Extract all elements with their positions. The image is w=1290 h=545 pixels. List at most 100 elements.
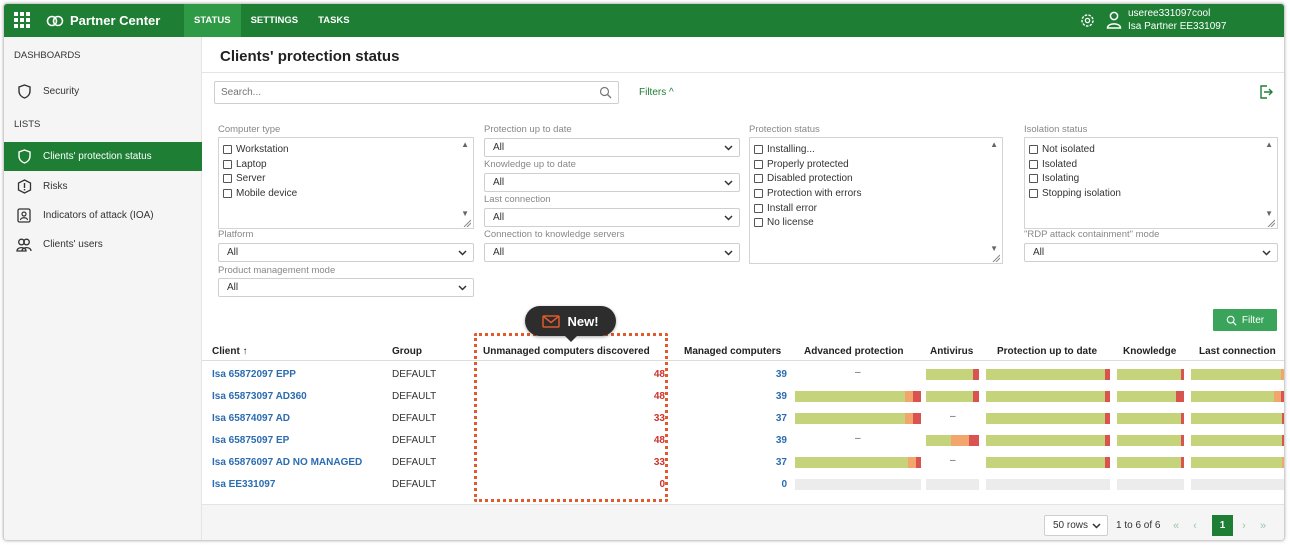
nav-settings[interactable]: SETTINGS (241, 4, 309, 37)
column-header-managed[interactable]: Managed computers (684, 346, 781, 357)
checkbox-isolated[interactable]: Isolated (1025, 157, 1277, 172)
checkbox-box[interactable] (223, 144, 232, 154)
first-page-button[interactable]: « (1170, 515, 1182, 536)
checkbox-laptop[interactable]: Laptop (219, 157, 473, 172)
knowledge-bar[interactable] (1117, 413, 1184, 424)
sidebar-item-security[interactable]: Security (4, 77, 202, 106)
last-connection-bar[interactable] (1191, 369, 1284, 380)
checkbox-box[interactable] (223, 188, 232, 198)
checkbox-box[interactable] (754, 203, 763, 213)
checkbox-install-error[interactable]: Install error (750, 201, 1002, 216)
nav-status[interactable]: STATUS (184, 4, 241, 37)
protection-up-to-date-bar[interactable] (986, 457, 1110, 468)
checkbox-box[interactable] (754, 218, 763, 228)
column-header-protection-up-to-date[interactable]: Protection up to date (997, 346, 1097, 357)
export-icon[interactable] (1259, 85, 1273, 99)
settings-gear-icon[interactable] (1079, 12, 1096, 29)
last-connection-bar[interactable] (1191, 391, 1284, 402)
checkbox-box[interactable] (223, 159, 232, 169)
checkbox-isolating[interactable]: Isolating (1025, 171, 1277, 186)
knowledge-up-to-date-select[interactable]: All (484, 173, 740, 192)
column-header-group[interactable]: Group (392, 346, 422, 357)
platform-select[interactable]: All (218, 243, 474, 262)
checkbox-installing[interactable]: Installing... (750, 142, 1002, 157)
table-row[interactable]: Isa 65874097 AD DEFAULT 33 37 – (202, 408, 1284, 430)
knowledge-bar[interactable] (1117, 369, 1184, 380)
managed-count[interactable]: 39 (776, 369, 787, 380)
protection-up-to-date-bar[interactable] (986, 369, 1110, 380)
client-link[interactable]: Isa 65875097 EP (212, 435, 289, 446)
isolation-status-list[interactable]: Not isolated Isolated Isolating Stopping… (1024, 137, 1278, 229)
checkbox-not-isolated[interactable]: Not isolated (1025, 142, 1277, 157)
client-link[interactable]: Isa 65874097 AD (212, 413, 290, 424)
filter-button[interactable]: Filter (1213, 309, 1277, 331)
checkbox-box[interactable] (754, 188, 763, 198)
checkbox-workstation[interactable]: Workstation (219, 142, 473, 157)
rows-per-page-select[interactable]: 50 rows (1044, 515, 1108, 536)
prev-page-button[interactable]: ‹ (1189, 515, 1201, 536)
search-icon[interactable] (599, 86, 612, 99)
client-link[interactable]: Isa 65873097 AD360 (212, 391, 307, 402)
last-connection-bar[interactable] (1191, 435, 1284, 446)
resize-grip-icon[interactable] (992, 254, 1000, 262)
last-connection-select[interactable]: All (484, 208, 740, 227)
client-link[interactable]: Isa 65876097 AD NO MANAGED (212, 457, 362, 468)
managed-count[interactable]: 37 (776, 413, 787, 424)
sidebar-item-risks[interactable]: Risks (4, 172, 202, 201)
column-header-antivirus[interactable]: Antivirus (930, 346, 973, 357)
knowledge-bar[interactable] (1117, 435, 1184, 446)
protection-status-list[interactable]: Installing... Properly protected Disable… (749, 137, 1003, 264)
connection-knowledge-servers-select[interactable]: All (484, 243, 740, 262)
knowledge-bar[interactable] (1117, 457, 1184, 468)
scroll-up-icon[interactable]: ▲ (1265, 140, 1273, 149)
resize-grip-icon[interactable] (1267, 219, 1275, 227)
scroll-down-icon[interactable]: ▼ (990, 244, 998, 253)
scroll-down-icon[interactable]: ▼ (1265, 209, 1273, 218)
managed-count[interactable]: 37 (776, 457, 787, 468)
search-input[interactable] (221, 87, 591, 98)
last-page-button[interactable]: » (1257, 515, 1269, 536)
table-row[interactable]: Isa 65872097 EPP DEFAULT 48 39 – (202, 364, 1284, 386)
protection-up-to-date-bar[interactable] (986, 413, 1110, 424)
column-header-advanced-protection[interactable]: Advanced protection (804, 346, 903, 357)
advanced-protection-bar[interactable] (795, 391, 921, 402)
protection-up-to-date-select[interactable]: All (484, 138, 740, 157)
checkbox-disabled-protection[interactable]: Disabled protection (750, 171, 1002, 186)
last-connection-bar[interactable] (1191, 413, 1284, 424)
product-management-mode-select[interactable]: All (218, 278, 474, 297)
brand[interactable]: Partner Center (46, 4, 160, 37)
scroll-up-icon[interactable]: ▲ (461, 140, 469, 149)
scroll-up-icon[interactable]: ▲ (990, 140, 998, 149)
client-link[interactable]: Isa EE331097 (212, 479, 275, 490)
antivirus-bar[interactable] (926, 479, 979, 490)
client-link[interactable]: Isa 65872097 EPP (212, 369, 296, 380)
next-page-button[interactable]: › (1238, 515, 1250, 536)
advanced-protection-bar[interactable] (795, 457, 921, 468)
checkbox-server[interactable]: Server (219, 171, 473, 186)
antivirus-bar[interactable] (926, 435, 979, 446)
filters-toggle[interactable]: Filters ^ (639, 87, 674, 98)
last-connection-bar[interactable] (1191, 457, 1284, 468)
checkbox-box[interactable] (1029, 159, 1038, 169)
column-header-client[interactable]: Client ↑ (212, 346, 248, 357)
checkbox-box[interactable] (754, 144, 763, 154)
protection-up-to-date-bar[interactable] (986, 435, 1110, 446)
checkbox-box[interactable] (223, 174, 232, 184)
scroll-down-icon[interactable]: ▼ (461, 209, 469, 218)
checkbox-box[interactable] (1029, 188, 1038, 198)
checkbox-properly-protected[interactable]: Properly protected (750, 157, 1002, 172)
table-row[interactable]: Isa 65873097 AD360 DEFAULT 48 39 (202, 386, 1284, 408)
checkbox-mobile-device[interactable]: Mobile device (219, 186, 473, 201)
sidebar-item-indicators-of-attack[interactable]: Indicators of attack (IOA) (4, 201, 202, 230)
sidebar-item-clients-users[interactable]: Clients' users (4, 230, 202, 259)
page-1-button[interactable]: 1 (1212, 515, 1233, 536)
checkbox-box[interactable] (754, 159, 763, 169)
search-box[interactable] (214, 81, 619, 104)
table-row[interactable]: Isa 65876097 AD NO MANAGED DEFAULT 33 37 – (202, 452, 1284, 474)
managed-count[interactable]: 39 (776, 435, 787, 446)
checkbox-protection-with-errors[interactable]: Protection with errors (750, 186, 1002, 201)
managed-count[interactable]: 0 (781, 479, 787, 490)
table-row[interactable]: Isa 65875097 EP DEFAULT 48 39 – (202, 430, 1284, 452)
checkbox-no-license[interactable]: No license (750, 215, 1002, 230)
advanced-protection-bar[interactable] (795, 479, 921, 490)
